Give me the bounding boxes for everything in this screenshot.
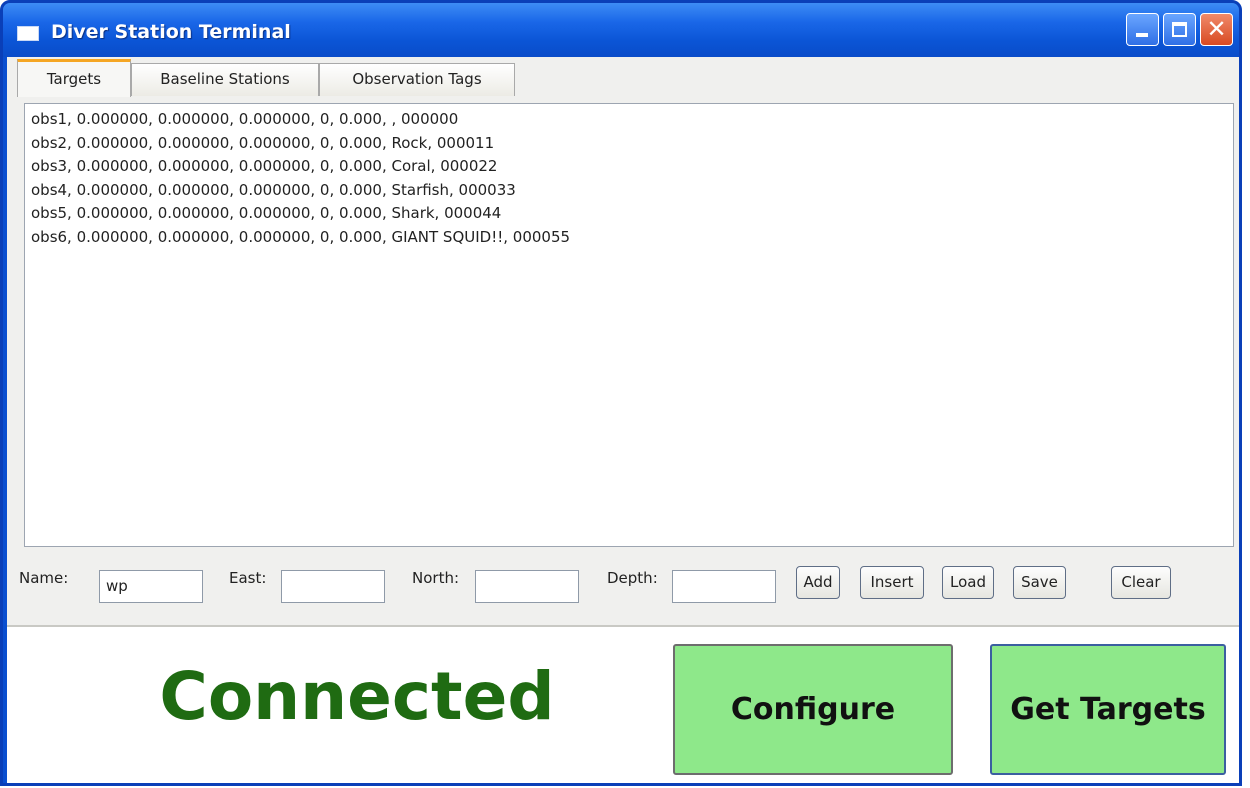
insert-button[interactable]: Insert	[860, 566, 924, 599]
configure-button[interactable]: Configure	[673, 644, 953, 775]
save-button[interactable]: Save	[1013, 566, 1066, 599]
maximize-button[interactable]	[1163, 13, 1196, 46]
clear-button[interactable]: Clear	[1111, 566, 1171, 599]
north-label: North:	[412, 569, 460, 587]
tab-observation-tags[interactable]: Observation Tags	[319, 63, 515, 96]
tab-baseline-stations[interactable]: Baseline Stations	[131, 63, 319, 96]
add-button[interactable]: Add	[796, 566, 840, 599]
name-label: Name:	[19, 569, 69, 587]
connection-status: Connected	[159, 658, 555, 735]
tab-targets[interactable]: Targets	[17, 59, 131, 97]
get-targets-button[interactable]: Get Targets	[990, 644, 1226, 775]
name-input[interactable]: wp	[99, 570, 203, 603]
depth-input[interactable]	[672, 570, 776, 603]
depth-label: Depth:	[607, 569, 658, 587]
title-bar[interactable]: Diver Station Terminal ✕	[3, 3, 1239, 57]
targets-list-textarea[interactable]: obs1, 0.000000, 0.000000, 0.000000, 0, 0…	[24, 103, 1234, 547]
north-input[interactable]	[475, 570, 579, 603]
app-window: Diver Station Terminal ✕ Targets Baselin…	[0, 0, 1242, 786]
list-item: obs6, 0.000000, 0.000000, 0.000000, 0, 0…	[31, 227, 571, 246]
list-item: obs1, 0.000000, 0.000000, 0.000000, 0, 0…	[31, 110, 459, 128]
window-client-area: Targets Baseline Stations Observation Ta…	[7, 57, 1239, 783]
list-item: obs2, 0.000000, 0.000000, 0.000000, 0, 0…	[31, 133, 495, 152]
section-divider	[7, 625, 1239, 627]
minimize-button[interactable]	[1126, 13, 1159, 46]
window-title: Diver Station Terminal	[51, 21, 291, 43]
minimize-icon	[1136, 33, 1148, 37]
close-button[interactable]: ✕	[1200, 13, 1233, 46]
tab-panel: Targets Baseline Stations Observation Ta…	[7, 57, 1239, 625]
close-icon: ✕	[1206, 15, 1227, 43]
east-label: East:	[229, 569, 267, 587]
load-button[interactable]: Load	[942, 566, 994, 599]
window-icon	[17, 26, 39, 41]
list-item: obs3, 0.000000, 0.000000, 0.000000, 0, 0…	[31, 157, 498, 175]
east-input[interactable]	[281, 570, 385, 603]
list-item: obs4, 0.000000, 0.000000, 0.000000, 0, 0…	[31, 180, 516, 199]
maximize-icon	[1172, 22, 1187, 37]
list-item: obs5, 0.000000, 0.000000, 0.000000, 0, 0…	[31, 204, 502, 222]
